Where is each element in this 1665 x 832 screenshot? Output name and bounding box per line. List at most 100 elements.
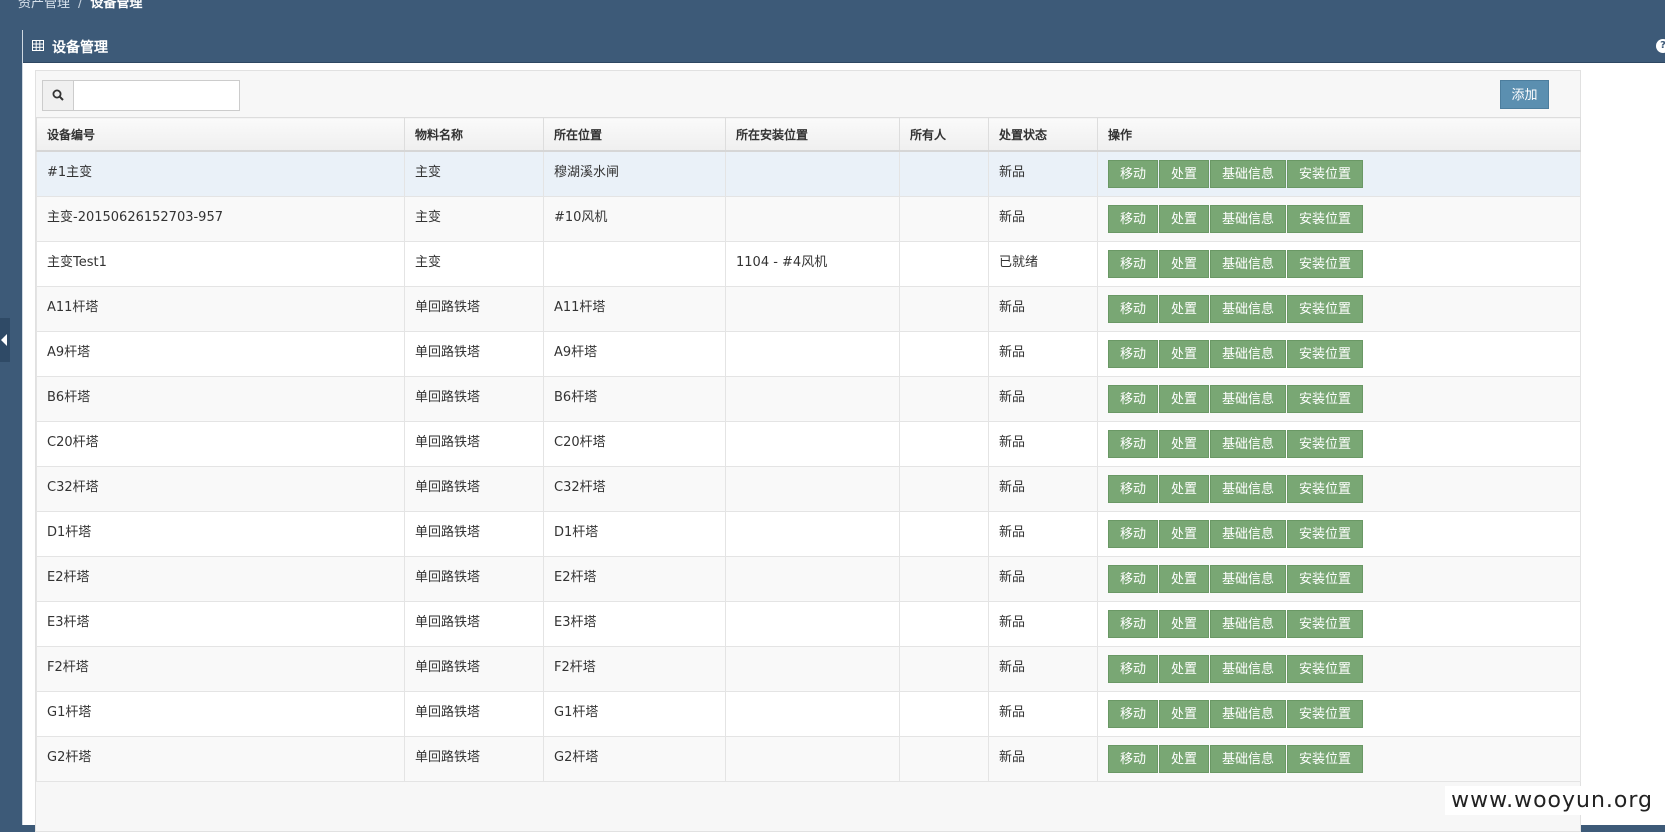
dispose-button[interactable]: 处置	[1159, 655, 1209, 683]
install-location-button[interactable]: 安装位置	[1287, 340, 1363, 368]
dispose-button[interactable]: 处置	[1159, 520, 1209, 548]
basic-info-button[interactable]: 基础信息	[1210, 205, 1286, 233]
owner-cell	[900, 376, 989, 421]
table-row[interactable]: G1杆塔单回路铁塔G1杆塔新品移动处置基础信息安装位置	[37, 691, 1581, 736]
basic-info-button[interactable]: 基础信息	[1210, 340, 1286, 368]
install-location-button[interactable]: 安装位置	[1287, 205, 1363, 233]
move-button[interactable]: 移动	[1108, 430, 1158, 458]
basic-info-button[interactable]: 基础信息	[1210, 610, 1286, 638]
dispose-button[interactable]: 处置	[1159, 610, 1209, 638]
dispose-button[interactable]: 处置	[1159, 745, 1209, 773]
install-location-cell	[726, 691, 900, 736]
question-icon[interactable]: ?	[1656, 39, 1665, 53]
breadcrumb-parent[interactable]: 资产管理	[18, 0, 70, 11]
install-location-button[interactable]: 安装位置	[1287, 655, 1363, 683]
install-location-button[interactable]: 安装位置	[1287, 565, 1363, 593]
dispose-button[interactable]: 处置	[1159, 160, 1209, 188]
column-header[interactable]: 所在安装位置	[726, 118, 900, 152]
move-button[interactable]: 移动	[1108, 295, 1158, 323]
table-row[interactable]: A11杆塔单回路铁塔A11杆塔新品移动处置基础信息安装位置	[37, 286, 1581, 331]
move-button[interactable]: 移动	[1108, 700, 1158, 728]
dispose-button[interactable]: 处置	[1159, 295, 1209, 323]
table-row[interactable]: E3杆塔单回路铁塔E3杆塔新品移动处置基础信息安装位置	[37, 601, 1581, 646]
column-header[interactable]: 物料名称	[405, 118, 544, 152]
basic-info-button[interactable]: 基础信息	[1210, 385, 1286, 413]
actions-cell: 移动处置基础信息安装位置	[1098, 376, 1581, 421]
device-code-cell: A9杆塔	[37, 331, 405, 376]
dispose-button[interactable]: 处置	[1159, 385, 1209, 413]
basic-info-button[interactable]: 基础信息	[1210, 520, 1286, 548]
basic-info-button[interactable]: 基础信息	[1210, 160, 1286, 188]
install-location-cell	[726, 331, 900, 376]
table-row[interactable]: D1杆塔单回路铁塔D1杆塔新品移动处置基础信息安装位置	[37, 511, 1581, 556]
actions-cell: 移动处置基础信息安装位置	[1098, 421, 1581, 466]
device-code-cell: B6杆塔	[37, 376, 405, 421]
move-button[interactable]: 移动	[1108, 565, 1158, 593]
dispose-button[interactable]: 处置	[1159, 700, 1209, 728]
install-location-button[interactable]: 安装位置	[1287, 475, 1363, 503]
table-row[interactable]: C32杆塔单回路铁塔C32杆塔新品移动处置基础信息安装位置	[37, 466, 1581, 511]
install-location-button[interactable]: 安装位置	[1287, 745, 1363, 773]
column-header[interactable]: 设备编号	[37, 118, 405, 152]
owner-cell	[900, 241, 989, 286]
dispose-button[interactable]: 处置	[1159, 250, 1209, 278]
owner-cell	[900, 421, 989, 466]
install-location-button[interactable]: 安装位置	[1287, 520, 1363, 548]
install-location-button[interactable]: 安装位置	[1287, 295, 1363, 323]
install-location-button[interactable]: 安装位置	[1287, 700, 1363, 728]
actions-cell: 移动处置基础信息安装位置	[1098, 691, 1581, 736]
actions-cell: 移动处置基础信息安装位置	[1098, 286, 1581, 331]
install-location-button[interactable]: 安装位置	[1287, 250, 1363, 278]
owner-cell	[900, 331, 989, 376]
status-cell: 新品	[989, 421, 1098, 466]
dispose-button[interactable]: 处置	[1159, 565, 1209, 593]
basic-info-button[interactable]: 基础信息	[1210, 745, 1286, 773]
basic-info-button[interactable]: 基础信息	[1210, 295, 1286, 323]
table-row[interactable]: 主变Test1主变1104 - #4风机已就绪移动处置基础信息安装位置	[37, 241, 1581, 286]
move-button[interactable]: 移动	[1108, 160, 1158, 188]
table-row[interactable]: E2杆塔单回路铁塔E2杆塔新品移动处置基础信息安装位置	[37, 556, 1581, 601]
move-button[interactable]: 移动	[1108, 385, 1158, 413]
actions-cell: 移动处置基础信息安装位置	[1098, 511, 1581, 556]
install-location-button[interactable]: 安装位置	[1287, 610, 1363, 638]
move-button[interactable]: 移动	[1108, 205, 1158, 233]
basic-info-button[interactable]: 基础信息	[1210, 250, 1286, 278]
basic-info-button[interactable]: 基础信息	[1210, 565, 1286, 593]
move-button[interactable]: 移动	[1108, 340, 1158, 368]
move-button[interactable]: 移动	[1108, 610, 1158, 638]
install-location-button[interactable]: 安装位置	[1287, 160, 1363, 188]
search-input[interactable]	[74, 81, 238, 110]
table-row[interactable]: 主变-20150626152703-957主变#10风机新品移动处置基础信息安装…	[37, 196, 1581, 241]
move-button[interactable]: 移动	[1108, 745, 1158, 773]
location-cell: F2杆塔	[544, 646, 726, 691]
basic-info-button[interactable]: 基础信息	[1210, 430, 1286, 458]
install-location-button[interactable]: 安装位置	[1287, 430, 1363, 458]
device-code-cell: C20杆塔	[37, 421, 405, 466]
move-button[interactable]: 移动	[1108, 475, 1158, 503]
material-name-cell: 主变	[405, 241, 544, 286]
material-name-cell: 单回路铁塔	[405, 691, 544, 736]
dispose-button[interactable]: 处置	[1159, 475, 1209, 503]
move-button[interactable]: 移动	[1108, 250, 1158, 278]
table-row[interactable]: C20杆塔单回路铁塔C20杆塔新品移动处置基础信息安装位置	[37, 421, 1581, 466]
move-button[interactable]: 移动	[1108, 520, 1158, 548]
add-button[interactable]: 添加	[1500, 80, 1549, 109]
basic-info-button[interactable]: 基础信息	[1210, 475, 1286, 503]
table-row[interactable]: A9杆塔单回路铁塔A9杆塔新品移动处置基础信息安装位置	[37, 331, 1581, 376]
dispose-button[interactable]: 处置	[1159, 430, 1209, 458]
column-header[interactable]: 所有人	[900, 118, 989, 152]
table-row[interactable]: B6杆塔单回路铁塔B6杆塔新品移动处置基础信息安装位置	[37, 376, 1581, 421]
column-header[interactable]: 处置状态	[989, 118, 1098, 152]
sidebar-collapse-toggle[interactable]	[0, 318, 10, 362]
table-row[interactable]: #1主变主变穆湖溪水闸新品移动处置基础信息安装位置	[37, 151, 1581, 196]
table-row[interactable]: G2杆塔单回路铁塔G2杆塔新品移动处置基础信息安装位置	[37, 736, 1581, 781]
install-location-button[interactable]: 安装位置	[1287, 385, 1363, 413]
location-cell: G1杆塔	[544, 691, 726, 736]
column-header[interactable]: 所在位置	[544, 118, 726, 152]
dispose-button[interactable]: 处置	[1159, 340, 1209, 368]
dispose-button[interactable]: 处置	[1159, 205, 1209, 233]
move-button[interactable]: 移动	[1108, 655, 1158, 683]
table-row[interactable]: F2杆塔单回路铁塔F2杆塔新品移动处置基础信息安装位置	[37, 646, 1581, 691]
basic-info-button[interactable]: 基础信息	[1210, 655, 1286, 683]
basic-info-button[interactable]: 基础信息	[1210, 700, 1286, 728]
